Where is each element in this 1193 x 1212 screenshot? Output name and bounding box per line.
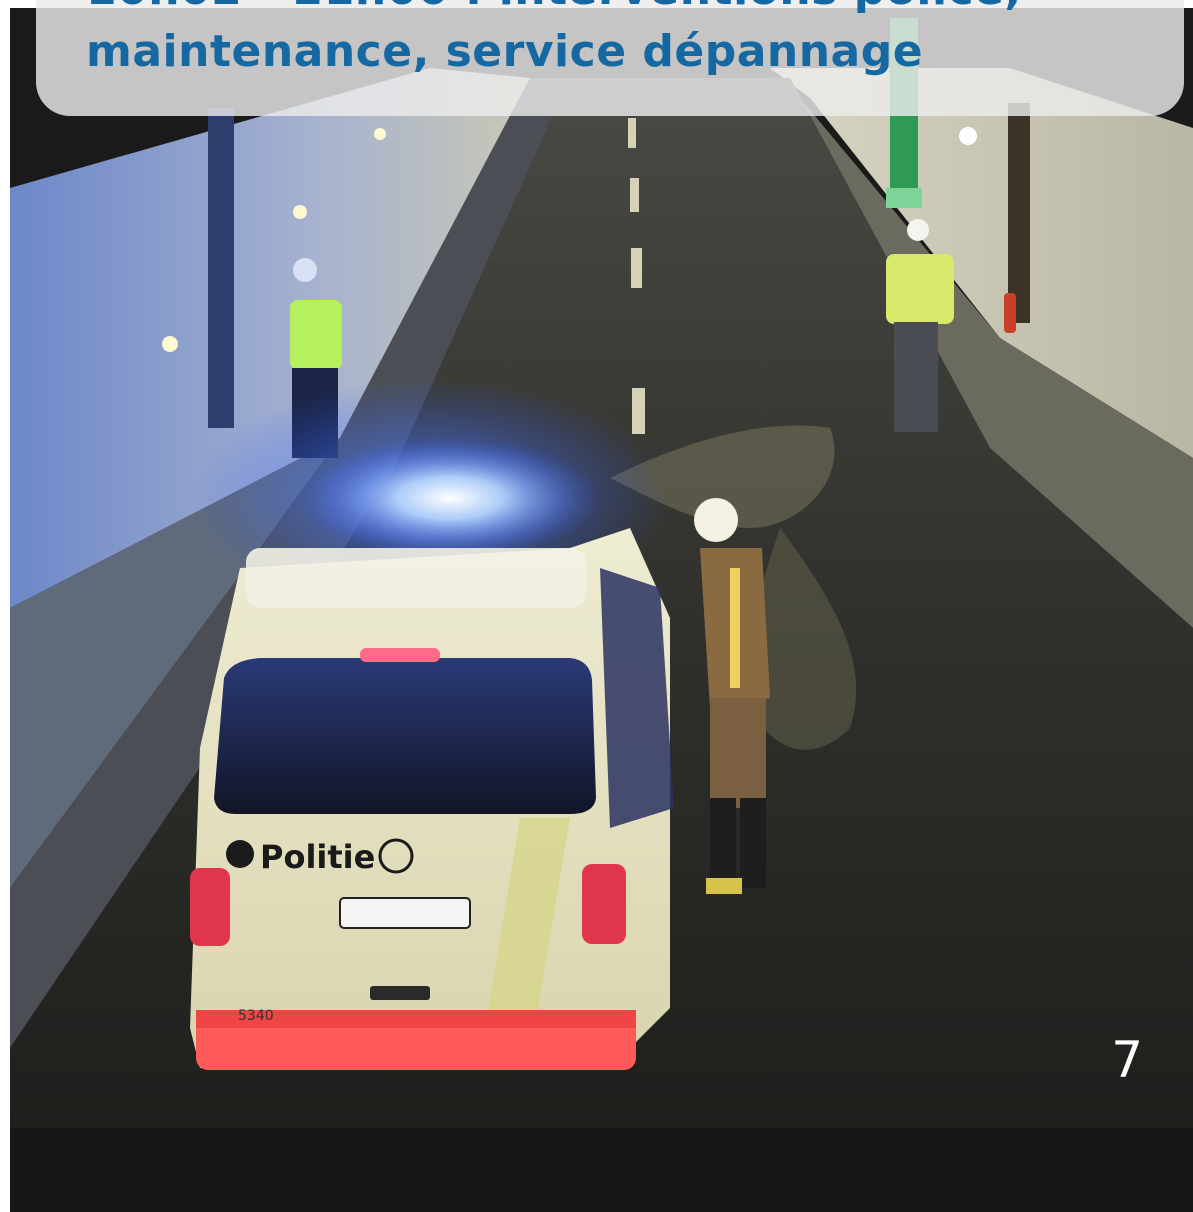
van-label: Politie — [260, 838, 375, 876]
tunnel-photo-illustration: Politie 5340 — [10, 8, 1193, 1212]
caption-banner: 10h02 - 21h00 : interventions police, ma… — [36, 0, 1184, 116]
police-van: Politie 5340 — [190, 528, 674, 1070]
page-number: 7 — [1111, 1031, 1143, 1089]
caption-line-2: maintenance, service dépannage — [86, 26, 924, 77]
slide-frame: Politie 5340 10h02 - 21h00 : interventio… — [0, 0, 1193, 1212]
tunnel-photo: Politie 5340 — [10, 8, 1193, 1212]
caption-line-1: 10h02 - 21h00 : interventions police, — [86, 0, 1022, 16]
van-number: 5340 — [238, 1008, 274, 1024]
